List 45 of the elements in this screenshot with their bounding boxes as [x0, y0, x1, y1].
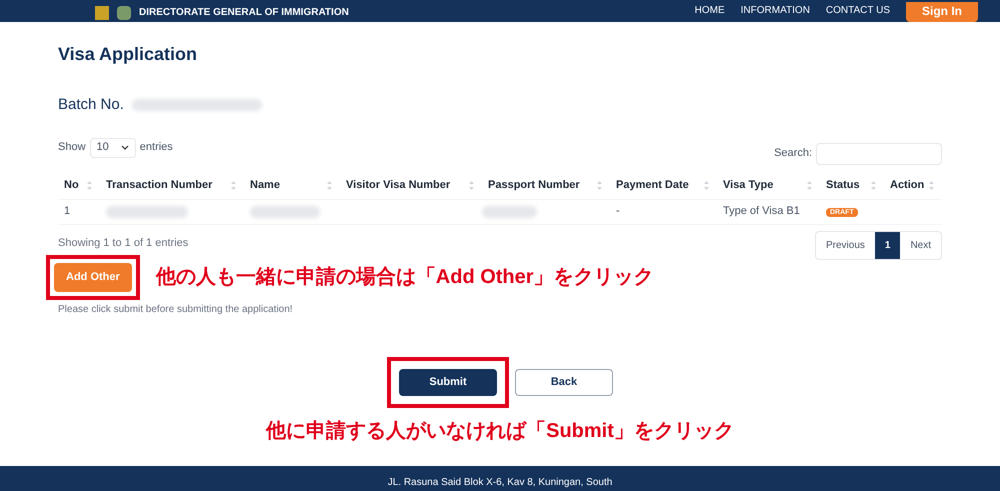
sort-icon: [704, 181, 709, 190]
nav-link[interactable]: HOME: [694, 3, 725, 18]
page-title: Visa Application: [58, 43, 198, 66]
annotation-text: 他に申請する人がいなければ「Submit」をクリック: [266, 418, 734, 444]
entries-label: entries: [140, 140, 173, 156]
notice-text: Please click submit before submitting the application!: [58, 302, 294, 316]
sort-icon: [597, 181, 602, 190]
back-button[interactable]: Back: [515, 368, 613, 396]
search-field[interactable]: [816, 142, 942, 164]
agency-name: DIRECTORATE GENERAL OF IMMIGRATION: [139, 6, 349, 20]
column-header: Payment Date: [616, 178, 689, 194]
column-header: Action: [890, 178, 924, 194]
column-header: Visa Type: [723, 178, 774, 194]
search-label: Search:: [774, 146, 812, 162]
sort-icon: [871, 181, 876, 190]
column-header: Status: [826, 178, 860, 194]
column-header: Transaction Number: [106, 178, 212, 194]
table-cell: -: [616, 205, 620, 218]
column-header: Name: [250, 178, 280, 194]
chevron-down-icon: [120, 145, 129, 150]
pagination-button[interactable]: Previous: [816, 232, 875, 258]
sort-icon: [929, 181, 934, 190]
pagination-button[interactable]: Next: [900, 232, 941, 258]
sort-icon: [327, 181, 332, 190]
sort-icon: [807, 181, 812, 190]
nav-link[interactable]: CONTACT US: [826, 3, 890, 18]
table-cell: Type of Visa B1: [723, 205, 800, 218]
sort-icon: [231, 181, 236, 190]
redacted-value: [482, 206, 537, 218]
sort-icon: [87, 181, 92, 190]
submit-button[interactable]: Submit: [399, 368, 497, 396]
footer-address: JL. Rasuna Said Blok X-6, Kav 8, Kuningan, South: [388, 478, 612, 488]
nav-link[interactable]: INFORMATION: [740, 3, 810, 18]
show-label: Show: [58, 140, 86, 156]
annotation-text: 他の人も一緒に申請の場合は「Add Other」をクリック: [156, 265, 654, 290]
entries-info: Showing 1 to 1 of 1 entries: [58, 236, 190, 250]
entries-select[interactable]: 10: [90, 138, 136, 158]
column-header: Visitor Visa Number: [346, 178, 450, 194]
table-cell: 1: [64, 205, 70, 218]
column-header: No: [64, 178, 79, 194]
pagination-button[interactable]: 1: [874, 232, 900, 258]
column-header: Passport Number: [488, 178, 580, 194]
sort-icon: [469, 181, 474, 190]
redacted-value: [250, 206, 320, 218]
batch-label: Batch No.: [58, 95, 124, 115]
